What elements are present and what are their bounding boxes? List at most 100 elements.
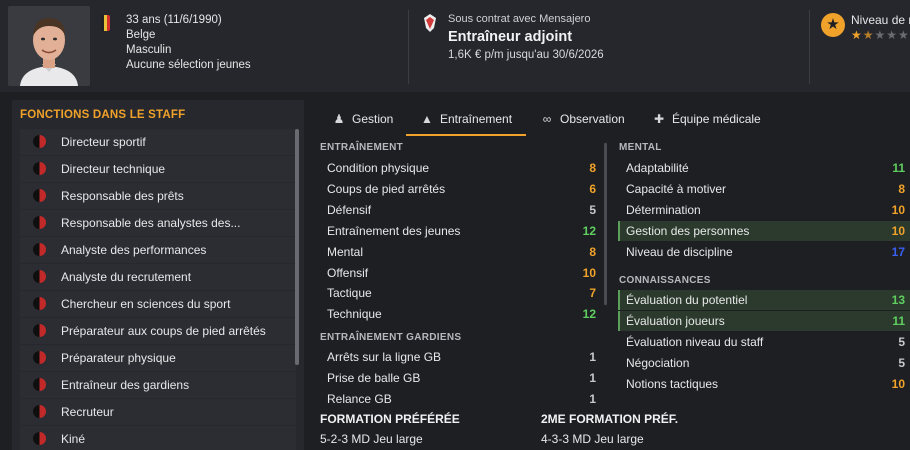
role-indicator-icon [33,405,46,418]
attribute-row[interactable]: Tactique 7 [319,283,601,303]
staff-role-label: Entraîneur des gardiens [61,378,190,392]
role-indicator-icon [33,162,46,175]
profile-info: 33 ans (11/6/1990) Belge Masculin Aucune… [126,13,251,73]
header-divider [408,10,409,84]
attribute-row[interactable]: Évaluation niveau du staff 5 [618,332,910,352]
attribute-row[interactable]: Défensif 5 [319,200,601,220]
club-crest-icon [424,14,436,32]
attribute-row[interactable]: Capacité à motiver 8 [618,179,910,199]
role-indicator-icon [33,270,46,283]
attribute-value: 10 [582,265,596,280]
role-indicator-icon [33,189,46,202]
attribute-row[interactable]: Arrêts sur la ligne GB 1 [319,347,601,367]
attribute-row[interactable]: Technique 12 [319,304,601,324]
attribute-value: 8 [589,161,596,175]
attribute-name: Tactique [327,286,372,301]
attribute-row[interactable]: Offensif 10 [319,263,601,283]
staff-role-item[interactable]: Chercheur en sciences du sport [20,291,296,317]
staff-roles-title: FONCTIONS DANS LE STAFF [20,109,186,121]
attribute-name: Capacité à motiver [626,181,727,196]
attribute-value: 10 [891,223,905,238]
attribute-name: Détermination [626,202,701,217]
staff-role-item[interactable]: Recruteur [20,399,296,425]
second-formation-label: 2ME FORMATION PRÉF. [541,412,679,426]
role-indicator-icon [33,351,46,364]
tab-entrainement[interactable]: ▲ Entraînement [406,104,526,136]
attribute-row[interactable]: Mental 8 [319,242,601,262]
attribute-value: 7 [589,286,596,301]
attribute-value: 13 [891,293,905,307]
staff-role-item[interactable]: Analyste du recrutement [20,264,296,290]
attribute-value: 11 [892,313,905,328]
star-empty-icon: ★★★ [874,28,910,42]
attribute-value: 1 [589,392,596,406]
attribute-name: Évaluation joueurs [626,313,725,328]
attribute-row[interactable]: Évaluation du potentiel 13 [618,290,910,310]
staff-header: 33 ans (11/6/1990) Belge Masculin Aucune… [0,0,910,92]
staff-role-item[interactable]: Directeur technique [20,156,296,182]
attribute-value: 17 [891,244,905,259]
youth-caps-text: Aucune sélection jeunes [126,59,251,71]
scrollbar-thumb[interactable] [295,129,299,365]
staff-roles-list: Directeur sportif Directeur technique Resp… [20,129,296,450]
attribute-name: Condition physique [327,161,430,175]
tab-observation[interactable]: ∞ Observation [540,104,625,136]
staff-role-item[interactable]: Kiné [20,426,296,450]
staff-role-item[interactable]: Responsable des prêts [20,183,296,209]
knowledge-section-header: CONNAISSANCES [619,275,711,286]
attribute-row[interactable]: Entraînement des jeunes 12 [319,221,601,241]
attribute-name: Coups de pied arrêtés [327,181,446,196]
attribute-row[interactable]: Prise de balle GB 1 [319,368,601,388]
role-indicator-icon [33,378,46,391]
role-indicator-icon [33,135,46,148]
preferred-formation-label: FORMATION PRÉFÉRÉE [320,412,460,426]
second-formation-value: 4-3-3 MD Jeu large [541,432,644,446]
tab-medical[interactable]: ✚ Équipe médicale [652,104,761,136]
contract-club-text[interactable]: Sous contrat avec Mensajero [448,12,604,27]
attribute-row[interactable]: Niveau de discipline 17 [618,242,910,262]
attribute-name: Niveau de discipline [626,244,733,259]
attribute-name: Adaptabilité [626,161,689,175]
staff-role-label: Responsable des analystes des... [61,216,241,230]
reputation-label: Niveau de r [851,13,910,27]
staff-role-label: Directeur technique [61,162,166,176]
staff-roles-scrollbar[interactable] [295,129,299,365]
nationality-text: Belge [126,29,156,41]
attribute-row[interactable]: Coups de pied arrêtés 6 [319,179,601,199]
tab-label: Observation [560,112,625,126]
tab-gestion[interactable]: ♟ Gestion [332,104,394,136]
attribute-name: Négociation [626,355,690,370]
attribute-row[interactable]: Relance GB 1 [319,389,601,409]
staff-photo [8,6,90,86]
staff-role-item[interactable]: Préparateur physique [20,345,296,371]
staff-role-label: Préparateur aux coups de pied arrêtés [61,324,266,338]
attribute-row[interactable]: Adaptabilité 11 [618,158,910,178]
staff-role-label: Chercheur en sciences du sport [61,297,231,311]
staff-role-item[interactable]: Responsable des analystes des... [20,210,296,236]
binoculars-icon: ∞ [542,112,552,126]
attribute-row[interactable]: Gestion des personnes 10 [618,220,910,241]
staff-role-item[interactable]: Analyste des performances [20,237,296,263]
attribute-value: 5 [898,355,905,370]
staff-role-item[interactable]: Entraîneur des gardiens [20,372,296,398]
attribute-row[interactable]: Détermination 10 [618,200,910,220]
staff-role-item[interactable]: Préparateur aux coups de pied arrêtés [20,318,296,344]
staff-role-item[interactable]: Directeur sportif [20,129,296,155]
role-indicator-icon [33,297,46,310]
contract-info: Sous contrat avec Mensajero Entraîneur a… [448,12,604,63]
attribute-row[interactable]: Évaluation joueurs 11 [618,310,910,331]
staff-role-label: Directeur sportif [61,135,146,149]
attribute-value: 12 [582,223,596,238]
star-icon: ★ [821,13,845,37]
attribute-row[interactable]: Condition physique 8 [319,158,601,178]
attribute-name: Offensif [327,265,369,280]
attribute-value: 8 [898,181,905,196]
attribute-row[interactable]: Notions tactiques 10 [618,374,910,394]
attribute-row[interactable]: Négociation 5 [618,353,910,373]
attribute-value: 1 [589,350,596,364]
attribute-value: 11 [892,161,905,175]
attribute-value: 12 [582,307,596,322]
attribute-value: 8 [589,244,596,259]
mental-section-header: MENTAL [619,142,662,153]
attribute-name: Mental [327,244,364,259]
